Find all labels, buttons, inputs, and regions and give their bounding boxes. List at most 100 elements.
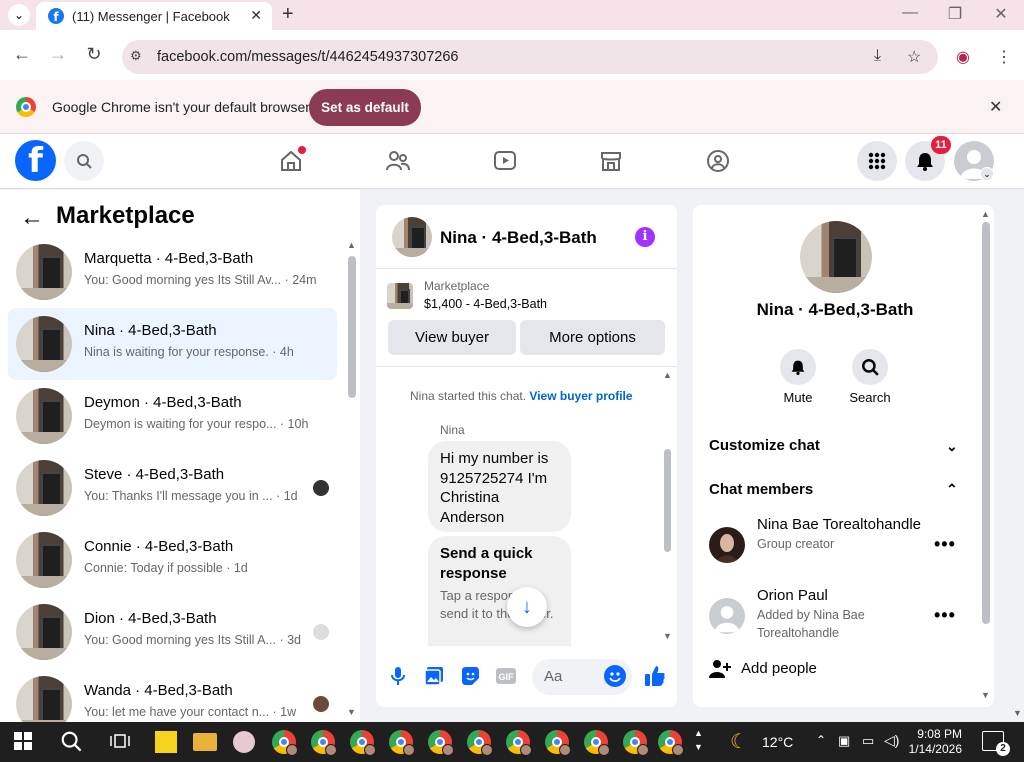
new-tab-button[interactable]: + — [282, 3, 294, 26]
info-icon[interactable]: i — [635, 227, 655, 247]
page-scroll-down-arrow-icon[interactable]: ▼ — [1013, 708, 1022, 718]
chevron-down-icon[interactable]: ⌄ — [946, 438, 958, 455]
conversation-list-scrollbar[interactable] — [348, 256, 356, 398]
chrome-taskbar-icon[interactable] — [428, 730, 454, 756]
scroll-to-bottom-button[interactable]: ↓ — [507, 587, 547, 627]
chrome-taskbar-icon[interactable] — [389, 730, 415, 756]
chat-avatar[interactable] — [392, 217, 432, 257]
back-button[interactable]: ← — [10, 44, 34, 65]
chat-scrollbar[interactable] — [664, 449, 671, 552]
member-options-icon[interactable]: ••• — [934, 605, 956, 626]
chat-members-section[interactable]: Chat members — [709, 481, 813, 498]
chevron-up-icon[interactable]: ⌃ — [946, 481, 958, 498]
conversation-item[interactable]: Steve · 4-Bed,3-Bath You: Thanks I'll me… — [8, 452, 337, 524]
tray-app-icon[interactable]: ▣ — [838, 733, 850, 749]
set-default-button[interactable]: Set as default — [309, 89, 421, 126]
add-people-label[interactable]: Add people — [741, 660, 817, 677]
chrome-taskbar-icon[interactable] — [272, 730, 298, 756]
chrome-taskbar-icon[interactable] — [623, 730, 649, 756]
paint-app-icon[interactable] — [233, 731, 255, 753]
back-arrow-icon[interactable]: ← — [20, 204, 44, 232]
member-name[interactable]: Nina Bae Torealtohandle — [757, 515, 927, 535]
close-tab-icon[interactable]: ✕ — [250, 7, 262, 24]
forward-button[interactable]: → — [46, 44, 70, 65]
scroll-up-arrow-icon[interactable]: ▲ — [981, 209, 990, 219]
chrome-taskbar-icon[interactable] — [658, 730, 684, 756]
add-people-icon[interactable] — [709, 659, 731, 684]
tab-search-button[interactable]: ⌄ — [8, 4, 30, 26]
menu-button[interactable] — [857, 141, 897, 181]
listing-price[interactable]: $1,400 - 4-Bed,3-Bath — [424, 297, 547, 311]
chrome-taskbar-icon[interactable] — [467, 730, 493, 756]
network-icon[interactable]: ▭ — [862, 733, 874, 749]
view-buyer-profile-link[interactable]: View buyer profile — [529, 389, 632, 403]
scroll-down-arrow-icon[interactable]: ▼ — [347, 707, 356, 717]
windows-start-icon[interactable] — [14, 732, 32, 755]
quick-response-card[interactable]: Send a quick response Tap a response to … — [428, 536, 571, 646]
chrome-taskbar-icon[interactable] — [584, 730, 610, 756]
more-options-button[interactable]: More options — [520, 320, 665, 355]
clock-time[interactable]: 9:08 PM — [900, 726, 962, 742]
member-options-icon[interactable]: ••• — [934, 534, 956, 555]
browser-tab[interactable]: f (11) Messenger | Facebook ✕ — [36, 2, 272, 30]
tray-overflow-icon[interactable]: ⌃ — [816, 733, 826, 747]
url-text[interactable]: facebook.com/messages/t/4462454937307266 — [157, 49, 459, 65]
task-view-icon[interactable] — [110, 732, 130, 755]
photo-icon[interactable] — [422, 664, 446, 688]
chrome-taskbar-icon[interactable] — [311, 730, 337, 756]
file-explorer-icon[interactable] — [193, 733, 217, 751]
install-app-icon[interactable]: ⤓ — [874, 47, 881, 65]
scroll-down-arrow-icon[interactable]: ▼ — [981, 690, 990, 700]
sticker-icon[interactable] — [458, 664, 482, 688]
member-role: Group creator — [757, 537, 835, 551]
member-name[interactable]: Orion Paul — [757, 586, 917, 606]
chevron-down-icon[interactable]: ⌄ — [980, 167, 994, 181]
member-avatar[interactable] — [709, 527, 745, 563]
marketplace-icon[interactable] — [597, 147, 625, 175]
search-button[interactable] — [64, 141, 104, 181]
view-buyer-button[interactable]: View buyer — [388, 320, 516, 355]
conversation-item-active[interactable]: Nina · 4-Bed,3-Bath Nina is waiting for … — [8, 308, 337, 380]
site-info-icon[interactable]: ⚙ — [130, 48, 142, 64]
chrome-taskbar-icon[interactable] — [506, 730, 532, 756]
bookmark-star-icon[interactable]: ☆ — [907, 47, 921, 67]
conversation-item[interactable]: Marquetta · 4-Bed,3-Bath You: Good morni… — [8, 236, 337, 308]
member-avatar[interactable] — [709, 598, 745, 634]
restore-button[interactable]: ❐ — [940, 4, 970, 24]
chrome-taskbar-icon[interactable] — [350, 730, 376, 756]
taskbar-search-icon[interactable] — [60, 730, 82, 757]
conversation-item[interactable]: Connie · 4-Bed,3-Bath Connie: Today if p… — [8, 524, 337, 596]
video-icon[interactable] — [491, 147, 519, 175]
chrome-taskbar-icon[interactable] — [545, 730, 571, 756]
taskbar-overflow-chevrons[interactable]: ▲ ▼ — [694, 726, 703, 754]
scroll-up-arrow-icon[interactable]: ▲ — [347, 240, 356, 250]
close-window-button[interactable]: ✕ — [986, 4, 1016, 24]
mute-button[interactable] — [780, 349, 816, 385]
infobar-close-icon[interactable]: ✕ — [989, 97, 1002, 117]
clock-date[interactable]: 1/14/2026 — [900, 742, 962, 756]
sticky-notes-icon[interactable] — [155, 731, 177, 753]
emoji-icon[interactable] — [604, 665, 626, 687]
volume-icon[interactable]: ◁) — [884, 732, 899, 749]
details-avatar[interactable] — [800, 221, 872, 293]
like-thumb-icon[interactable] — [643, 664, 667, 688]
friends-icon[interactable] — [384, 147, 412, 175]
chat-title[interactable]: Nina · 4-Bed,3-Bath — [440, 228, 597, 248]
microphone-icon[interactable] — [386, 664, 410, 688]
conversation-item[interactable]: Dion · 4-Bed,3-Bath You: Good morning ye… — [8, 596, 337, 668]
reload-button[interactable]: ↻ — [82, 44, 106, 65]
weather-temperature[interactable]: 12°C — [762, 734, 793, 750]
details-scrollbar[interactable] — [982, 222, 990, 624]
conversation-item[interactable]: Wanda · 4-Bed,3-Bath You: let me have yo… — [8, 668, 337, 722]
scroll-down-arrow-icon[interactable]: ▼ — [663, 631, 672, 641]
facebook-logo-icon[interactable]: f — [15, 140, 56, 181]
menu-kebab-icon[interactable]: ⋮ — [996, 47, 1012, 67]
conversation-item[interactable]: Deymon · 4-Bed,3-Bath Deymon is waiting … — [8, 380, 337, 452]
scroll-up-arrow-icon[interactable]: ▲ — [663, 370, 672, 380]
search-conversation-button[interactable] — [852, 349, 888, 385]
gif-icon[interactable]: GIF — [494, 664, 518, 688]
profile-icon[interactable]: ◉ — [956, 47, 970, 67]
minimize-button[interactable]: — — [895, 4, 925, 22]
groups-icon[interactable] — [704, 147, 732, 175]
customize-chat-section[interactable]: Customize chat — [709, 437, 820, 454]
